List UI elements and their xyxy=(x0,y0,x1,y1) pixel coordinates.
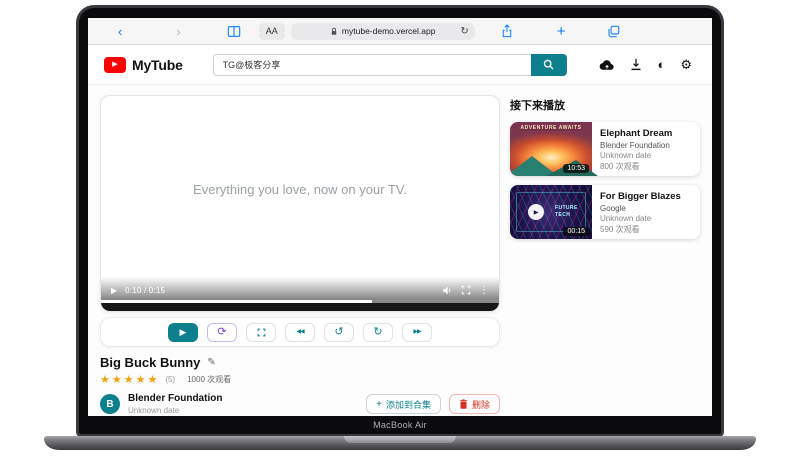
player-letterbox xyxy=(101,303,499,311)
plus-icon: + xyxy=(376,399,382,410)
up-next-title: For Bigger Blazes xyxy=(600,191,681,202)
search-button[interactable] xyxy=(531,54,567,76)
channel-row: B Blender Foundation Unknown date + 添加到合… xyxy=(100,393,500,415)
thumbnail-caption: ADVENTURE AWAITS xyxy=(510,125,592,131)
tab-overview-icon[interactable] xyxy=(607,25,620,38)
macbook-mockup: ‹ › AA mytube-demo.vercel.app ↻ + xyxy=(0,0,800,459)
player-fullscreen-icon[interactable] xyxy=(461,285,471,295)
channel-name: Blender Foundation xyxy=(128,393,222,404)
mytube-play-icon: ▶ xyxy=(104,57,126,73)
skip-back-button[interactable]: ↺ xyxy=(324,323,354,342)
delete-button[interactable]: 删除 xyxy=(449,394,500,414)
up-next-date: Unknown date xyxy=(600,151,672,160)
view-count: 1000 次观看 xyxy=(187,374,231,385)
trash-icon xyxy=(459,399,468,409)
browser-back-button[interactable]: ‹ xyxy=(118,25,122,38)
search-icon xyxy=(542,58,555,71)
up-next-title: Elephant Dream xyxy=(600,128,672,139)
laptop-screen-bezel: ‹ › AA mytube-demo.vercel.app ↻ + xyxy=(76,5,724,437)
rewind-button[interactable]: ◀◀ xyxy=(285,323,315,342)
sidebar-book-icon[interactable] xyxy=(227,25,241,38)
laptop-brand-label: MacBook Air xyxy=(88,416,712,434)
site-header: ▶ MyTube xyxy=(88,45,712,85)
loop-button[interactable]: ⟳ xyxy=(207,323,237,342)
star-rating[interactable]: ★★★★★ xyxy=(100,373,159,386)
skip-forward-button[interactable]: ↻ xyxy=(363,323,393,342)
cloud-upload-icon[interactable] xyxy=(599,59,615,71)
video-title-row: Big Buck Bunny ✎ xyxy=(100,355,500,370)
player-column: Everything you love, now on your TV. ▶ 0… xyxy=(100,95,500,416)
up-next-views: 590 次观看 xyxy=(600,224,681,235)
fullscreen-icon xyxy=(257,328,266,337)
up-next-views: 800 次观看 xyxy=(600,161,672,172)
browser-toolbar: ‹ › AA mytube-demo.vercel.app ↻ + xyxy=(88,18,712,45)
up-next-channel: Google xyxy=(600,204,681,213)
reload-icon[interactable]: ↻ xyxy=(460,26,468,37)
address-bar[interactable]: mytube-demo.vercel.app ↻ xyxy=(291,23,475,40)
duration-badge: 00:15 xyxy=(563,227,589,236)
video-title: Big Buck Bunny xyxy=(100,355,200,370)
add-to-collection-button[interactable]: + 添加到合集 xyxy=(366,394,441,414)
mytube-logo[interactable]: ▶ MyTube xyxy=(104,57,183,73)
url-text: mytube-demo.vercel.app xyxy=(342,26,436,36)
fullscreen-button[interactable] xyxy=(246,323,276,342)
up-next-sidebar: 接下来播放 ADVENTURE AWAITS 10:53 Elephant Dr… xyxy=(510,95,700,416)
download-icon[interactable] xyxy=(630,58,642,71)
custom-controls-bar: ▶ ⟳ ◀◀ ↺ ↻ ▶▶ xyxy=(100,317,500,347)
channel-avatar[interactable]: B xyxy=(100,394,120,414)
search-form xyxy=(213,54,567,76)
up-next-date: Unknown date xyxy=(600,214,681,223)
volume-icon[interactable] xyxy=(442,285,453,296)
thumbnail-caption: FUTURE TECH xyxy=(555,205,585,219)
up-next-channel: Blender Foundation xyxy=(600,141,672,150)
screen-content: ‹ › AA mytube-demo.vercel.app ↻ + xyxy=(88,18,712,416)
duration-badge: 10:53 xyxy=(563,164,589,173)
player-more-icon[interactable]: ⋮ xyxy=(479,285,489,296)
brand-name: MyTube xyxy=(132,57,183,73)
video-thumbnail: ADVENTURE AWAITS 10:53 xyxy=(510,122,592,176)
header-icon-group: ◐ ⚙ xyxy=(599,58,696,71)
video-thumbnail: ▶ FUTURE TECH 00:15 xyxy=(510,185,592,239)
edit-title-icon[interactable]: ✎ xyxy=(207,357,215,368)
up-next-heading: 接下来播放 xyxy=(510,97,700,113)
main-content: Everything you love, now on your TV. ▶ 0… xyxy=(88,85,712,416)
rating-row: ★★★★★ (5) 1000 次观看 xyxy=(100,373,500,386)
up-next-video-card[interactable]: ADVENTURE AWAITS 10:53 Elephant Dream Bl… xyxy=(510,122,700,176)
theme-toggle-icon[interactable]: ◐ xyxy=(657,58,665,71)
rating-count: (5) xyxy=(165,375,175,384)
settings-gear-icon[interactable]: ⚙ xyxy=(680,58,692,71)
player-overlay-message: Everything you love, now on your TV. xyxy=(101,182,499,197)
lock-icon xyxy=(330,27,338,36)
share-icon[interactable] xyxy=(501,24,513,38)
fast-forward-button[interactable]: ▶▶ xyxy=(402,323,432,342)
laptop-base xyxy=(44,436,756,450)
reader-mode-button[interactable]: AA xyxy=(259,23,285,40)
play-button[interactable]: ▶ xyxy=(168,323,198,342)
search-input[interactable] xyxy=(213,54,531,76)
new-tab-button[interactable]: + xyxy=(557,23,566,40)
browser-forward-button[interactable]: › xyxy=(176,25,180,38)
up-next-video-card[interactable]: ▶ FUTURE TECH 00:15 For Bigger Blazes Go… xyxy=(510,185,700,239)
player-play-icon[interactable]: ▶ xyxy=(111,286,117,295)
upload-date: Unknown date xyxy=(128,406,222,415)
player-timecode: 0:10 / 0:15 xyxy=(125,286,165,295)
thumbnail-play-icon: ▶ xyxy=(528,204,544,220)
video-player[interactable]: Everything you love, now on your TV. ▶ 0… xyxy=(100,95,500,312)
